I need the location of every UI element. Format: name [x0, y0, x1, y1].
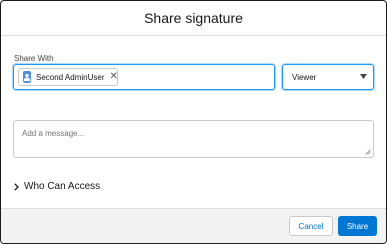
modal-footer: Cancel Share [1, 208, 386, 243]
who-can-access-toggle[interactable]: Who Can Access [14, 181, 100, 192]
recipient-name: Second AdminUser [36, 72, 105, 82]
share-button[interactable]: Share [338, 216, 377, 236]
modal-header: Share signature [1, 1, 386, 36]
caret-down-icon [360, 74, 367, 79]
who-can-access-label: Who Can Access [24, 181, 101, 192]
chevron-right-icon [14, 182, 19, 191]
share-signature-modal: Share signature Share With Second AdminU… [0, 0, 387, 244]
close-icon[interactable]: ✕ [109, 72, 117, 82]
message-textarea[interactable] [13, 120, 374, 158]
share-with-label: Share With [14, 54, 54, 63]
cancel-button[interactable]: Cancel [289, 216, 333, 236]
modal-title: Share signature [144, 10, 243, 26]
access-level-select[interactable]: Viewer [282, 64, 374, 90]
resize-handle-icon[interactable] [365, 149, 371, 155]
share-with-input[interactable]: Second AdminUser ✕ [13, 64, 275, 90]
user-icon [23, 71, 31, 83]
access-level-value: Viewer [292, 72, 317, 82]
modal-body: Share With Second AdminUser ✕ Viewer Add… [1, 36, 386, 209]
recipient-pill[interactable]: Second AdminUser ✕ [18, 68, 118, 86]
